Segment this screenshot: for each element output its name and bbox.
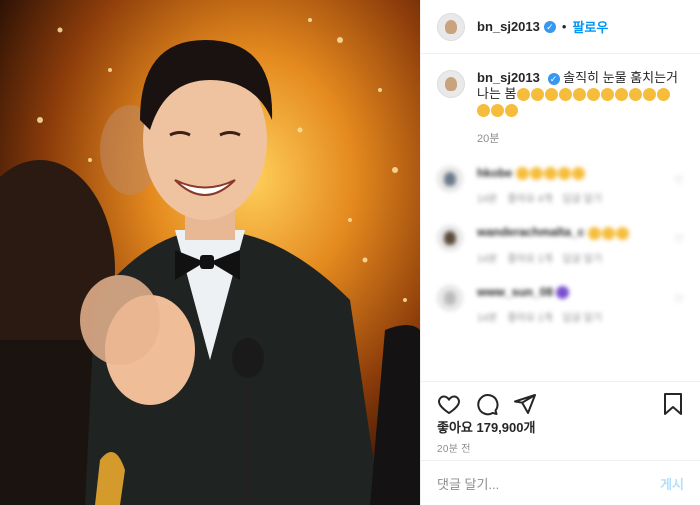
paper-plane-icon[interactable] xyxy=(513,392,537,416)
caption-verified-icon: ✓ xyxy=(547,72,560,85)
caption-avatar[interactable] xyxy=(437,70,465,98)
comment-time: 14분 xyxy=(477,194,498,206)
photo-illustration xyxy=(0,0,420,505)
comment-likes[interactable]: 좋아요 1개 xyxy=(507,313,552,324)
bookmark-icon[interactable] xyxy=(662,392,684,416)
comment-likes[interactable]: 좋아요 4개 xyxy=(507,194,552,205)
comment-item: wanderachmalta_c 14분 좋아요 1개 답글 달기 ♡ xyxy=(437,225,684,265)
comment-username[interactable]: www_sun_08 xyxy=(477,285,553,299)
post-sidebar: bn_sj2013 ✓ • 팔로우 bn_sj2013 ✓ 솔직히 눈물 훔치는… xyxy=(420,0,700,505)
separator-dot: • xyxy=(561,19,567,34)
comment-avatar[interactable] xyxy=(437,225,463,252)
comment-time: 14분 xyxy=(477,312,498,324)
comment-like-heart-icon[interactable]: ♡ xyxy=(674,174,684,187)
caption-username[interactable]: bn_sj2013 xyxy=(477,70,540,85)
add-comment-bar: 댓글 달기... 게시 xyxy=(421,460,700,505)
reply-button[interactable]: 답글 달기 xyxy=(562,313,602,324)
post-photo[interactable] xyxy=(0,0,420,505)
comment-icon[interactable] xyxy=(475,392,499,416)
follow-button[interactable]: 팔로우 xyxy=(572,17,608,36)
comment-like-heart-icon[interactable]: ♡ xyxy=(674,233,684,246)
comment-item: www_sun_08 14분 좋아요 1개 답글 달기 ♡ xyxy=(437,284,684,324)
caption-body: bn_sj2013 ✓ 솔직히 눈물 훔치는거 나는 봄 xyxy=(477,70,684,118)
comment-item: hkobe 14분 좋아요 4개 답글 달기 ♡ xyxy=(437,166,684,205)
heart-icon[interactable] xyxy=(437,392,461,416)
likes-count[interactable]: 좋아요 179,900개 xyxy=(437,417,535,436)
comment-avatar[interactable] xyxy=(437,284,463,311)
post-header: bn_sj2013 ✓ • 팔로우 xyxy=(421,0,700,54)
post-comment-button[interactable]: 게시 xyxy=(660,474,684,493)
comment-username[interactable]: hkobe xyxy=(477,166,512,180)
author-avatar[interactable] xyxy=(437,12,465,41)
comment-likes[interactable]: 좋아요 1개 xyxy=(507,254,552,265)
post-age[interactable]: 20분 전 xyxy=(437,440,471,455)
comment-time: 14분 xyxy=(477,253,498,265)
caption: bn_sj2013 ✓ 솔직히 눈물 훔치는거 나는 봄 xyxy=(437,70,684,118)
comment-username[interactable]: wanderachmalta_c xyxy=(477,225,584,239)
comment-avatar[interactable] xyxy=(437,166,463,192)
author-username[interactable]: bn_sj2013 xyxy=(477,19,540,34)
comment-input[interactable]: 댓글 달기... xyxy=(437,474,499,493)
caption-time: 20분 xyxy=(477,133,500,145)
comment-like-heart-icon[interactable]: ♡ xyxy=(674,293,684,306)
reply-button[interactable]: 답글 달기 xyxy=(562,194,602,205)
reply-button[interactable]: 답글 달기 xyxy=(562,254,602,265)
verified-badge-icon: ✓ xyxy=(543,20,556,33)
instagram-post: bn_sj2013 ✓ • 팔로우 bn_sj2013 ✓ 솔직히 눈물 훔치는… xyxy=(0,0,700,505)
comments-section: bn_sj2013 ✓ 솔직히 눈물 훔치는거 나는 봄 20분 hkobe 1… xyxy=(421,54,700,381)
